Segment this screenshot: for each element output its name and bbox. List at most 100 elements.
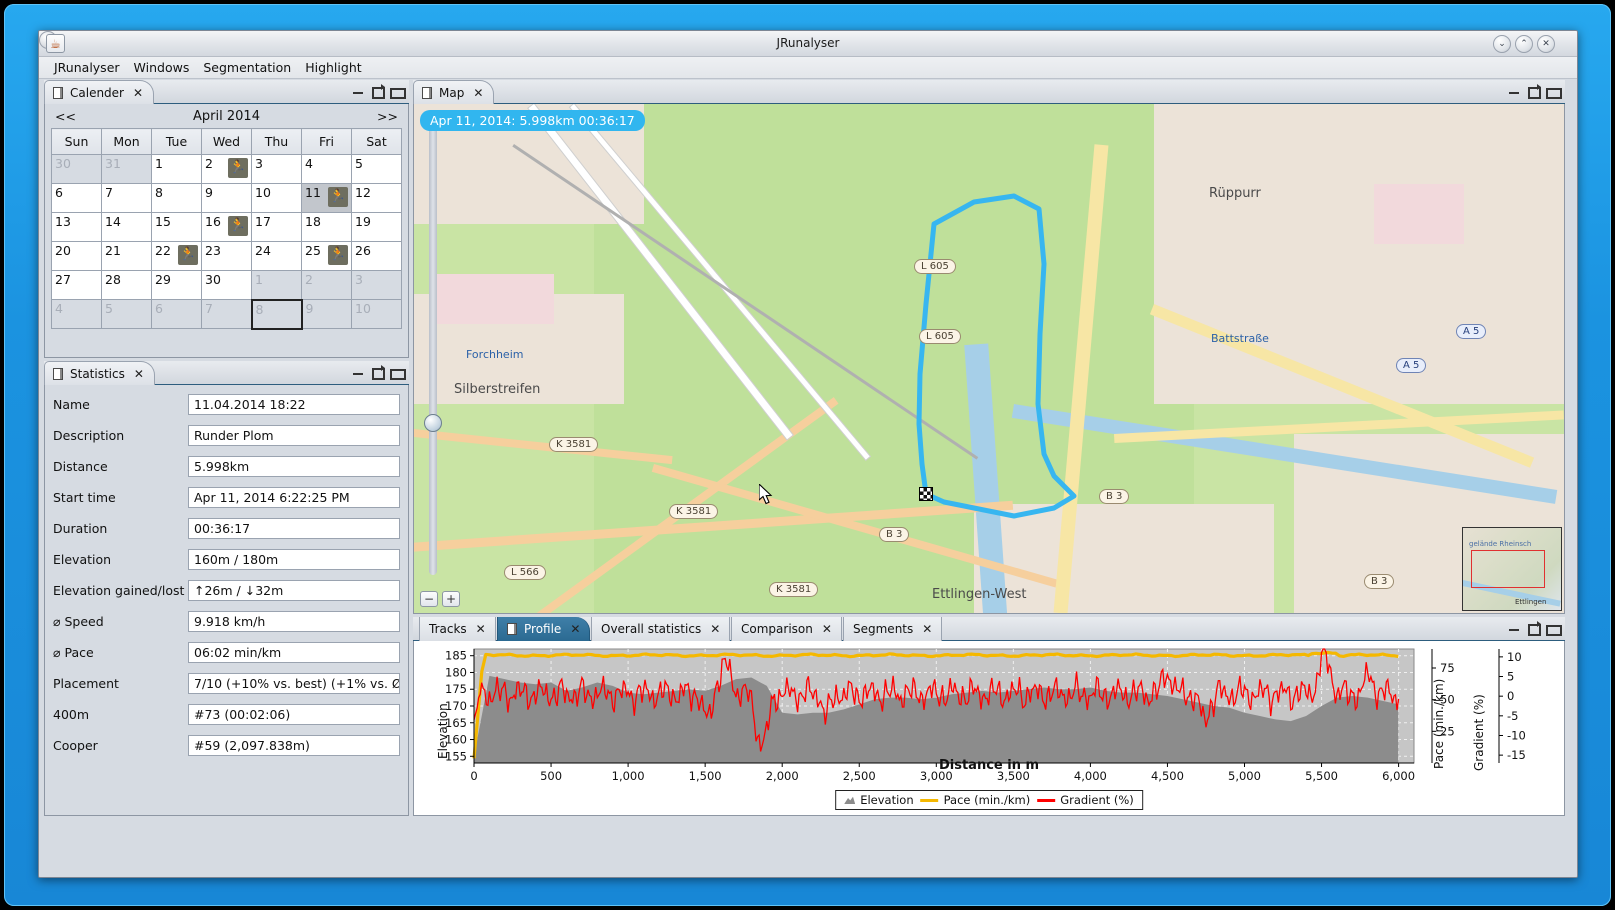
- calendar-day-cell[interactable]: 2🏃: [202, 155, 252, 184]
- calendar-day-cell[interactable]: 30: [202, 271, 252, 300]
- calendar-day-cell[interactable]: 1: [152, 155, 202, 184]
- panel-minimize-icon[interactable]: [1508, 621, 1521, 634]
- calendar-next-button[interactable]: >>: [377, 109, 398, 124]
- calendar-day-cell[interactable]: 24: [252, 242, 302, 271]
- close-icon[interactable]: ✕: [473, 86, 483, 100]
- close-icon[interactable]: ✕: [133, 86, 143, 100]
- profile-chart[interactable]: Elevation Pace (min./km) Gradient (%) Di…: [414, 641, 1564, 815]
- run-activity-icon[interactable]: 🏃: [228, 158, 248, 178]
- calendar-day-cell[interactable]: 8: [152, 184, 202, 213]
- calendar-day-cell[interactable]: 29: [152, 271, 202, 300]
- menu-item-jrunalyser[interactable]: JRunalyser: [47, 58, 127, 77]
- statistics-value-field[interactable]: 160m / 180m: [188, 549, 400, 570]
- statistics-value-field[interactable]: 9.918 km/h: [188, 611, 400, 632]
- map-tab[interactable]: Map ✕: [413, 80, 494, 104]
- calendar-day-cell[interactable]: 20: [52, 242, 102, 271]
- panel-maximize-icon[interactable]: [1546, 84, 1559, 97]
- calendar-day-cell[interactable]: 12: [352, 184, 402, 213]
- calendar-tab[interactable]: Calender ✕: [44, 80, 154, 104]
- calendar-day-cell[interactable]: 30: [52, 155, 102, 184]
- calendar-day-cell[interactable]: 11🏃: [302, 184, 352, 213]
- close-icon[interactable]: ✕: [922, 622, 932, 636]
- panel-float-icon[interactable]: [371, 365, 384, 378]
- map-minimap[interactable]: gelände Rheinsch Ettlingen: [1462, 527, 1562, 611]
- tab-segments[interactable]: Segments✕: [843, 617, 942, 641]
- panel-float-icon[interactable]: [1527, 621, 1540, 634]
- statistics-value-field[interactable]: Runder Plom: [188, 425, 400, 446]
- statistics-value-field[interactable]: 7/10 (+10% vs. best) (+1% vs. Ø): [188, 673, 400, 694]
- statistics-tab[interactable]: Statistics ✕: [44, 361, 155, 385]
- map-zoom-slider[interactable]: [425, 124, 441, 575]
- panel-float-icon[interactable]: [371, 84, 384, 97]
- minimap-viewport-rect[interactable]: [1471, 550, 1545, 588]
- map-zoom-out-button[interactable]: −: [420, 591, 438, 607]
- menu-item-windows[interactable]: Windows: [127, 58, 197, 77]
- window-close-button[interactable]: ✕: [1537, 35, 1555, 53]
- calendar-day-cell[interactable]: 3: [352, 271, 402, 300]
- panel-maximize-icon[interactable]: [390, 365, 403, 378]
- calendar-day-cell[interactable]: 28: [102, 271, 152, 300]
- window-maximize-button[interactable]: ⌃: [1515, 35, 1533, 53]
- run-activity-icon[interactable]: 🏃: [178, 245, 198, 265]
- calendar-day-cell[interactable]: 2: [302, 271, 352, 300]
- window-minimize-button[interactable]: ⌄: [1493, 35, 1511, 53]
- panel-minimize-icon[interactable]: [352, 365, 365, 378]
- menu-item-segmentation[interactable]: Segmentation: [196, 58, 298, 77]
- slider-knob[interactable]: [424, 414, 442, 432]
- close-icon[interactable]: ✕: [134, 367, 144, 381]
- panel-minimize-icon[interactable]: [352, 84, 365, 97]
- run-activity-icon[interactable]: 🏃: [328, 187, 348, 207]
- calendar-day-cell[interactable]: 15: [152, 213, 202, 242]
- calendar-day-cell[interactable]: 5: [102, 300, 152, 329]
- calendar-day-cell[interactable]: 16🏃: [202, 213, 252, 242]
- map-viewport[interactable]: Apr 11, 2014: 5.998km 00:36:17 − + L 605…: [414, 104, 1564, 613]
- calendar-day-cell[interactable]: 18: [302, 213, 352, 242]
- map-zoom-in-button[interactable]: +: [442, 591, 460, 607]
- panel-float-icon[interactable]: [1527, 84, 1540, 97]
- statistics-value-field[interactable]: 11.04.2014 18:22: [188, 394, 400, 415]
- menu-item-highlight[interactable]: Highlight: [298, 58, 368, 77]
- run-activity-icon[interactable]: 🏃: [228, 216, 248, 236]
- tab-tracks[interactable]: Tracks✕: [419, 617, 496, 641]
- calendar-day-cell[interactable]: 14: [102, 213, 152, 242]
- calendar-day-cell[interactable]: 19: [352, 213, 402, 242]
- calendar-day-cell[interactable]: 9: [202, 184, 252, 213]
- tab-comparison[interactable]: Comparison✕: [731, 617, 842, 641]
- calendar-day-cell[interactable]: 6: [52, 184, 102, 213]
- panel-maximize-icon[interactable]: [390, 84, 403, 97]
- run-activity-icon[interactable]: 🏃: [328, 245, 348, 265]
- statistics-value-field[interactable]: 06:02 min/km: [188, 642, 400, 663]
- statistics-value-field[interactable]: ↑26m / ↓32m: [188, 580, 400, 601]
- calendar-day-cell[interactable]: 31: [102, 155, 152, 184]
- calendar-day-cell[interactable]: 10: [252, 184, 302, 213]
- statistics-value-field[interactable]: 00:36:17: [188, 518, 400, 539]
- close-icon[interactable]: ✕: [710, 622, 720, 636]
- calendar-day-cell[interactable]: 4: [52, 300, 102, 329]
- statistics-value-field[interactable]: #73 (00:02:06): [188, 704, 400, 725]
- statistics-value-field[interactable]: #59 (2,097.838m): [188, 735, 400, 756]
- calendar-day-cell[interactable]: 9: [302, 300, 352, 329]
- tab-overall-statistics[interactable]: Overall statistics✕: [591, 617, 730, 641]
- calendar-day-cell[interactable]: 10: [352, 300, 402, 329]
- calendar-day-cell[interactable]: 1: [252, 271, 302, 300]
- tab-profile[interactable]: Profile✕: [497, 617, 590, 641]
- calendar-day-cell[interactable]: 27: [52, 271, 102, 300]
- close-icon[interactable]: ✕: [822, 622, 832, 636]
- close-icon[interactable]: ✕: [476, 622, 486, 636]
- calendar-day-cell[interactable]: 26: [352, 242, 402, 271]
- calendar-prev-button[interactable]: <<: [55, 109, 76, 124]
- calendar-day-cell[interactable]: 7: [102, 184, 152, 213]
- statistics-value-field[interactable]: Apr 11, 2014 6:22:25 PM: [188, 487, 400, 508]
- calendar-day-cell[interactable]: 23: [202, 242, 252, 271]
- calendar-day-cell[interactable]: 7: [202, 300, 252, 329]
- calendar-day-cell[interactable]: 22🏃: [152, 242, 202, 271]
- panel-maximize-icon[interactable]: [1546, 621, 1559, 634]
- panel-minimize-icon[interactable]: [1508, 84, 1521, 97]
- calendar-day-cell[interactable]: 3: [252, 155, 302, 184]
- calendar-day-cell[interactable]: 8: [252, 300, 302, 329]
- calendar-day-cell[interactable]: 4: [302, 155, 352, 184]
- calendar-day-cell[interactable]: 13: [52, 213, 102, 242]
- calendar-day-cell[interactable]: 21: [102, 242, 152, 271]
- statistics-value-field[interactable]: 5.998km: [188, 456, 400, 477]
- calendar-day-cell[interactable]: 25🏃: [302, 242, 352, 271]
